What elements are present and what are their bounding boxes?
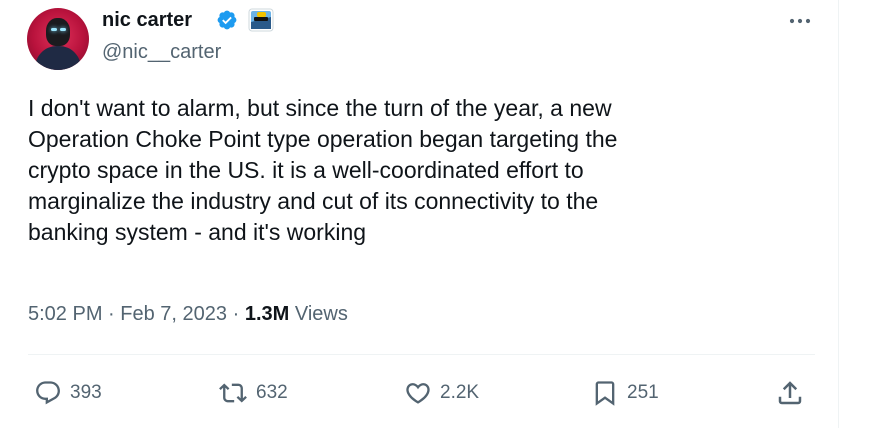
more-icon[interactable]: [788, 11, 812, 31]
tweet-text-line: banking system - and it's working: [28, 219, 367, 245]
share-icon: [778, 381, 802, 405]
bookmark-count: 251: [627, 382, 659, 403]
tweet-text-line: crypto space in the US. it is a well-coo…: [28, 157, 584, 183]
meta-separator: ·: [232, 303, 240, 325]
bookmark-icon: [595, 381, 615, 406]
meta-separator: ·: [108, 303, 115, 325]
retweet-count: 632: [256, 382, 288, 403]
author-name[interactable]: nic carter: [102, 7, 192, 33]
reply-button[interactable]: 393: [34, 375, 102, 411]
tweet-text-line: Operation Choke Point type operation beg…: [28, 126, 618, 152]
reply-icon: [36, 381, 60, 405]
share-button[interactable]: [775, 375, 805, 411]
tweet-text-line: marginalize the industry and cut of its …: [28, 188, 599, 214]
avatar[interactable]: [27, 8, 89, 70]
retweet-button[interactable]: 632: [218, 375, 288, 411]
like-count: 2.2K: [440, 382, 480, 403]
bookmark-button[interactable]: 251: [591, 375, 659, 411]
tweet-time[interactable]: 5:02 PM: [28, 303, 102, 325]
views-label: Views: [294, 303, 348, 325]
affiliate-badge-icon[interactable]: [248, 8, 274, 32]
divider: [28, 354, 815, 355]
verified-badge-icon[interactable]: [216, 9, 238, 31]
avatar-head: [46, 18, 70, 46]
avatar-body: [35, 46, 81, 70]
tweet-text: I don't want to alarm, but since the tur…: [28, 93, 808, 248]
retweet-icon: [219, 383, 247, 403]
like-icon: [406, 383, 430, 404]
tweet-meta: 5:02 PM · Feb 7, 2023 · 1.3M Views: [28, 300, 348, 328]
column-border: [838, 0, 839, 428]
tweet-date[interactable]: Feb 7, 2023: [120, 303, 227, 325]
tweet-text-line: I don't want to alarm, but since the tur…: [28, 95, 612, 121]
like-button[interactable]: 2.2K: [404, 375, 479, 411]
views-count[interactable]: 1.3M: [245, 303, 289, 325]
avatar-eye-right: [60, 28, 66, 31]
reply-count: 393: [70, 382, 102, 403]
avatar-eye-left: [51, 28, 57, 31]
author-handle[interactable]: @nic__carter: [102, 40, 221, 64]
